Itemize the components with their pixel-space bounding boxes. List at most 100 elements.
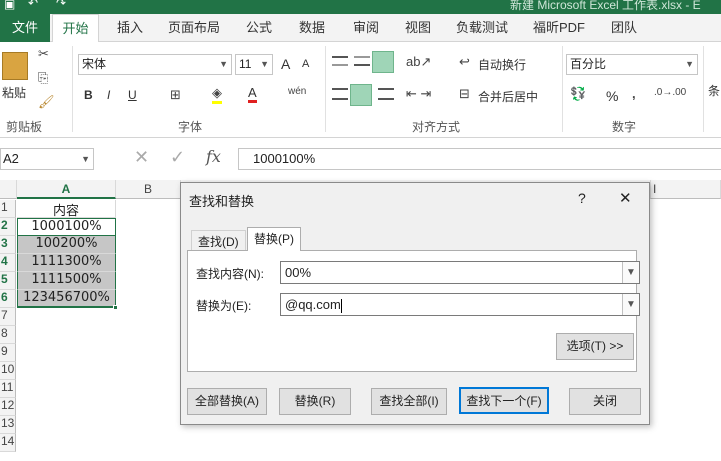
chevron-down-icon[interactable]: ▼ bbox=[622, 262, 639, 283]
column-header-b[interactable]: B bbox=[116, 180, 181, 199]
close-button[interactable]: 关闭 bbox=[569, 388, 641, 415]
phonetic-icon[interactable]: wén bbox=[288, 86, 306, 97]
italic-button[interactable]: I bbox=[107, 88, 110, 102]
column-header-a[interactable]: A bbox=[17, 180, 116, 199]
format-painter-icon[interactable]: 🖌 bbox=[38, 94, 55, 110]
options-button[interactable]: 选项(T) >> bbox=[556, 333, 634, 360]
tab-find[interactable]: 查找(D) bbox=[191, 230, 246, 250]
currency-icon[interactable]: 💱 bbox=[570, 86, 586, 102]
align-top-icon[interactable] bbox=[332, 56, 348, 66]
copy-icon[interactable]: ⎘ bbox=[38, 70, 48, 86]
wrap-text-button[interactable]: 自动换行 bbox=[478, 56, 526, 73]
bold-button[interactable]: B bbox=[84, 88, 93, 102]
tab-review[interactable]: 审阅 bbox=[344, 14, 388, 42]
font-size-select[interactable]: 11 ▼ bbox=[235, 54, 273, 75]
tab-formulas[interactable]: 公式 bbox=[238, 14, 280, 42]
row-header[interactable]: 5 bbox=[0, 272, 16, 290]
tab-load-test[interactable]: 负载测试 bbox=[450, 14, 514, 42]
row-header[interactable]: 10 bbox=[0, 362, 16, 380]
fill-color-icon[interactable]: ◈ bbox=[212, 85, 222, 104]
cell-a1[interactable]: 内容 bbox=[17, 200, 116, 219]
find-input[interactable]: 00% ▼ bbox=[280, 261, 640, 284]
replace-label: 替换为(E): bbox=[196, 299, 252, 313]
row-header[interactable]: 2 bbox=[0, 218, 16, 236]
orientation-icon[interactable]: ab↗ bbox=[406, 54, 431, 70]
tab-insert[interactable]: 插入 bbox=[108, 14, 152, 42]
row-header[interactable]: 11 bbox=[0, 380, 16, 398]
fill-handle[interactable] bbox=[113, 305, 118, 310]
percent-button[interactable]: % bbox=[606, 88, 618, 104]
row-header[interactable]: 6 bbox=[0, 290, 16, 308]
cancel-icon[interactable]: ✕ bbox=[134, 147, 149, 168]
align-right-icon[interactable] bbox=[378, 88, 394, 100]
merge-center-icon[interactable]: ⊟ bbox=[459, 86, 470, 102]
number-format-select[interactable]: 百分比 ▼ bbox=[566, 54, 698, 75]
indent-icon[interactable]: ⇤ ⇥ bbox=[406, 86, 431, 102]
select-all-corner[interactable] bbox=[0, 180, 17, 199]
font-name-select[interactable]: 宋体 ▼ bbox=[78, 54, 232, 75]
font-color-icon[interactable]: A bbox=[248, 85, 257, 103]
find-all-button[interactable]: 查找全部(I) bbox=[371, 388, 447, 415]
formula-input[interactable]: 1000100% bbox=[238, 148, 721, 170]
insert-function-button[interactable]: fx bbox=[206, 147, 221, 166]
underline-button[interactable]: U bbox=[128, 88, 137, 102]
tab-view[interactable]: 视图 bbox=[396, 14, 440, 42]
conditional-format-button[interactable]: 条 bbox=[708, 82, 720, 99]
cell-a6[interactable]: 123456700% bbox=[17, 290, 116, 308]
wrap-text-icon[interactable]: ↩ bbox=[459, 54, 470, 70]
column-header-i[interactable]: I bbox=[651, 180, 721, 199]
find-value: 00% bbox=[285, 265, 312, 280]
row-header[interactable]: 3 bbox=[0, 236, 16, 254]
align-center-icon[interactable] bbox=[350, 84, 372, 106]
tab-team[interactable]: 团队 bbox=[602, 14, 646, 42]
tab-data[interactable]: 数据 bbox=[290, 14, 334, 42]
comma-icon[interactable]: , bbox=[632, 86, 636, 101]
replace-button[interactable]: 替换(R) bbox=[279, 388, 351, 415]
chevron-down-icon: ▼ bbox=[81, 154, 90, 164]
dialog-title: 查找和替换 bbox=[189, 194, 255, 209]
row-header[interactable]: 12 bbox=[0, 398, 16, 416]
grow-font-button[interactable]: A bbox=[281, 56, 290, 72]
row-header[interactable]: 8 bbox=[0, 326, 16, 344]
border-icon[interactable]: ⊞ bbox=[170, 87, 181, 103]
row-header[interactable]: 13 bbox=[0, 416, 16, 434]
replace-value: @qq.com bbox=[285, 297, 341, 312]
row-header[interactable]: 7 bbox=[0, 308, 16, 326]
tab-replace[interactable]: 替换(P) bbox=[247, 227, 301, 251]
merge-center-button[interactable]: 合并后居中 bbox=[478, 88, 538, 105]
cell-a5[interactable]: 1111500% bbox=[17, 272, 116, 290]
align-middle-icon[interactable] bbox=[354, 56, 370, 66]
row-header[interactable]: 1 bbox=[0, 200, 16, 218]
cell-a3[interactable]: 100200% bbox=[17, 236, 116, 254]
paste-button[interactable]: 粘贴 bbox=[2, 84, 26, 101]
tab-foxit-pdf[interactable]: 福昕PDF bbox=[527, 14, 591, 42]
row-header[interactable]: 14 bbox=[0, 434, 16, 452]
name-box[interactable]: A2 ▼ bbox=[0, 148, 94, 170]
tab-file[interactable]: 文件 bbox=[0, 14, 50, 42]
replace-all-button[interactable]: 全部替换(A) bbox=[187, 388, 267, 415]
tab-page-layout[interactable]: 页面布局 bbox=[162, 14, 226, 42]
redo-icon[interactable]: ↷ bbox=[56, 0, 66, 10]
ribbon: 粘贴 ✂ ⎘ 🖌 剪贴板 宋体 ▼ 11 ▼ A A B I U ⊞ ◈ A wén… bbox=[0, 42, 721, 138]
align-left-icon[interactable] bbox=[332, 88, 348, 100]
save-icon[interactable]: ▣ bbox=[4, 0, 15, 11]
row-header[interactable]: 9 bbox=[0, 344, 16, 362]
undo-icon[interactable]: ↶ bbox=[28, 0, 38, 10]
help-button[interactable]: ? bbox=[578, 190, 586, 206]
tab-home[interactable]: 开始 bbox=[52, 14, 99, 43]
enter-icon[interactable]: ✓ bbox=[170, 147, 185, 168]
row-header[interactable]: 4 bbox=[0, 254, 16, 272]
decimal-icon[interactable]: .0→.00 bbox=[654, 87, 686, 98]
replace-panel: 查找内容(N): 00% ▼ 替换为(E): @qq.com ▼ 选项(T) >… bbox=[187, 250, 640, 372]
paste-icon[interactable] bbox=[2, 52, 28, 80]
close-icon[interactable]: ✕ bbox=[619, 189, 632, 207]
ribbon-tabs: 文件 开始 插入 页面布局 公式 数据 审阅 视图 负载测试 福昕PDF 团队 bbox=[0, 14, 721, 43]
cell-a2[interactable]: 1000100% bbox=[17, 218, 116, 236]
chevron-down-icon[interactable]: ▼ bbox=[622, 294, 639, 315]
cell-a4[interactable]: 1111300% bbox=[17, 254, 116, 272]
find-next-button[interactable]: 查找下一个(F) bbox=[459, 387, 549, 414]
align-bottom-icon[interactable] bbox=[372, 51, 394, 73]
cut-icon[interactable]: ✂ bbox=[38, 46, 49, 62]
shrink-font-button[interactable]: A bbox=[302, 58, 309, 70]
replace-input[interactable]: @qq.com ▼ bbox=[280, 293, 640, 316]
